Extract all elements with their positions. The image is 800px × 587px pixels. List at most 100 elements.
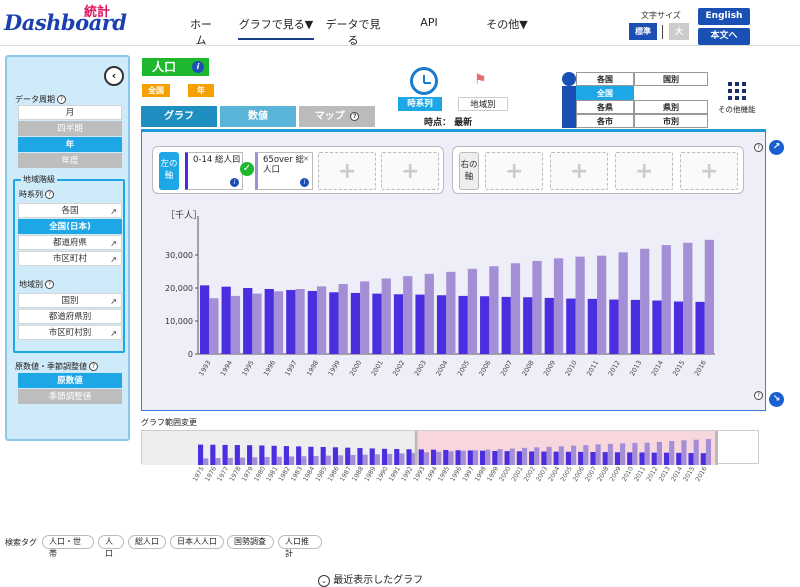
add-icon: + xyxy=(505,159,524,184)
timeseries-prefecture[interactable]: 都道府県 ↗ xyxy=(18,235,122,250)
empty-series-slot[interactable]: + xyxy=(550,152,608,190)
range-label: グラフ範囲変更 xyxy=(141,418,197,427)
view-timeseries-button[interactable]: 時系列 xyxy=(398,97,442,111)
search-tag[interactable]: 総人口 xyxy=(128,535,166,549)
period-year[interactable]: 年 xyxy=(18,137,122,152)
bar-age65over xyxy=(424,273,434,354)
bar-age0-14 xyxy=(523,297,533,354)
timeseries-municipality[interactable]: 市区町村 ↗ xyxy=(18,251,122,266)
tag-year: 年 xyxy=(188,84,214,97)
tab-graph[interactable]: グラフ xyxy=(141,106,217,127)
nav-other[interactable]: その他▼ xyxy=(486,16,528,32)
x-tick-label: 2013 xyxy=(628,359,643,377)
region-countries[interactable]: 各国 xyxy=(576,72,634,86)
bar-age65over xyxy=(553,258,564,354)
skip-to-content-button[interactable]: 本文へ xyxy=(698,28,750,45)
range-bar-0-14 xyxy=(480,450,486,465)
help-icon[interactable]: ? xyxy=(752,143,763,152)
help-icon[interactable]: ? xyxy=(45,190,54,199)
info-icon[interactable]: i xyxy=(300,178,309,187)
series-card-0-14[interactable]: 0-14 総人口 ✕ i xyxy=(185,152,243,190)
nav-api[interactable]: API xyxy=(418,16,440,29)
timeseries-clock-icon[interactable] xyxy=(410,67,438,95)
range-selector[interactable] xyxy=(141,430,759,465)
grid-menu-icon[interactable] xyxy=(728,82,746,100)
search-tag[interactable]: 国勢調査 xyxy=(227,535,274,549)
regional-heading: 地域別? xyxy=(19,279,54,290)
period-quarter[interactable]: 四半期 xyxy=(18,121,122,136)
range-bar-0-14 xyxy=(332,447,339,465)
empty-series-slot[interactable]: + xyxy=(485,152,543,190)
view-regional-button[interactable]: 地域別 xyxy=(458,97,508,111)
region-prefectures[interactable]: 各県 xyxy=(576,100,634,114)
site-logo[interactable]: Dashboard 統計 xyxy=(4,2,134,42)
period-fiscal-year[interactable]: 年度 xyxy=(18,153,122,168)
info-icon[interactable]: i xyxy=(230,178,239,187)
bar-age65over xyxy=(704,239,714,354)
range-bar-0-14 xyxy=(553,451,559,465)
other-functions-label[interactable]: その他機能 xyxy=(718,104,756,115)
population-bar-chart: ［千人］ 0 10,000 20,000 30,000 1993 1994 1995 1996… xyxy=(165,210,715,377)
bar-age65over xyxy=(403,276,413,354)
region-cities[interactable]: 各市 xyxy=(576,114,634,128)
bar-age0-14 xyxy=(372,293,382,354)
help-icon[interactable]: ? xyxy=(350,111,360,121)
regional-prefecture[interactable]: 都道府県別 xyxy=(18,309,122,324)
adjust-raw[interactable]: 原数値 xyxy=(18,373,122,388)
nav-data[interactable]: データで見る xyxy=(324,16,382,48)
english-button[interactable]: English xyxy=(698,8,750,25)
range-bar-65over xyxy=(620,443,626,465)
nav-home[interactable]: ホーム xyxy=(186,16,216,48)
range-bar-0-14 xyxy=(467,450,473,465)
bar-age0-14 xyxy=(307,290,317,354)
arrow-up-right-icon[interactable]: ↗ xyxy=(769,140,784,155)
help-icon[interactable]: ? xyxy=(57,95,66,104)
bar-age65over xyxy=(381,278,391,354)
font-large-button[interactable]: 大 xyxy=(669,23,689,40)
bar-age0-14 xyxy=(652,300,662,354)
help-icon[interactable]: ? xyxy=(752,390,763,401)
empty-series-slot[interactable]: + xyxy=(615,152,673,190)
timeseries-countries[interactable]: 各国 ↗ xyxy=(18,203,122,218)
range-bar-65over xyxy=(558,446,564,465)
region-by-prefecture[interactable]: 県別 xyxy=(634,100,708,114)
regional-municipality[interactable]: 市区町村別 ↗ xyxy=(18,325,122,340)
range-handle-left xyxy=(414,431,418,465)
regional-country[interactable]: 国別 ↗ xyxy=(18,293,122,308)
remove-series-icon[interactable]: ✕ xyxy=(303,154,309,164)
empty-series-slot[interactable]: + xyxy=(318,152,376,190)
tab-map[interactable]: マップ ? xyxy=(299,106,375,127)
remove-series-icon[interactable]: ✕ xyxy=(233,154,239,164)
x-tick-label: 2003 xyxy=(413,359,428,377)
timeseries-japan[interactable]: 全国(日本) xyxy=(18,219,122,234)
bar-age65over xyxy=(640,248,650,354)
recent-graphs-toggle[interactable]: ⌄ 最近表示したグラフ xyxy=(318,571,423,587)
region-by-city[interactable]: 市別 xyxy=(634,114,708,128)
collapse-sidebar-icon[interactable]: ‹ xyxy=(104,66,124,86)
period-month[interactable]: 月 xyxy=(18,105,122,120)
bar-age65over xyxy=(618,252,628,354)
font-standard-button[interactable]: 標準 xyxy=(629,23,657,40)
search-tag[interactable]: 日本人人口 xyxy=(170,535,224,549)
tab-values[interactable]: 数値 xyxy=(220,106,296,127)
info-icon[interactable]: i xyxy=(192,61,204,73)
series-card-65over[interactable]: 65over 総人口 ✕ i xyxy=(255,152,313,190)
bar-age65over xyxy=(575,256,585,354)
external-link-icon: ↗ xyxy=(110,255,117,264)
arrow-down-right-icon[interactable]: ↘ xyxy=(769,392,784,407)
adjust-seasonal[interactable]: 季節調整値 xyxy=(18,389,122,404)
help-icon[interactable]: ? xyxy=(45,280,54,289)
range-bar-0-14 xyxy=(259,445,265,465)
region-national[interactable]: 全国 xyxy=(576,86,634,100)
region-by-country[interactable]: 国別 xyxy=(634,72,708,86)
help-icon[interactable]: ? xyxy=(89,362,98,371)
range-bar-0-14 xyxy=(271,445,277,465)
empty-series-slot[interactable]: + xyxy=(680,152,738,190)
empty-series-slot[interactable]: + xyxy=(381,152,439,190)
search-tag[interactable]: 人口・世帯 xyxy=(42,535,94,558)
range-bar-0-14 xyxy=(234,445,240,465)
search-tag[interactable]: 人口 xyxy=(98,535,124,558)
map-pin-icon[interactable]: ⚑ xyxy=(474,72,487,88)
search-tag[interactable]: 人口推計 xyxy=(278,535,322,558)
nav-graph[interactable]: グラフで見る▼ xyxy=(238,16,314,40)
